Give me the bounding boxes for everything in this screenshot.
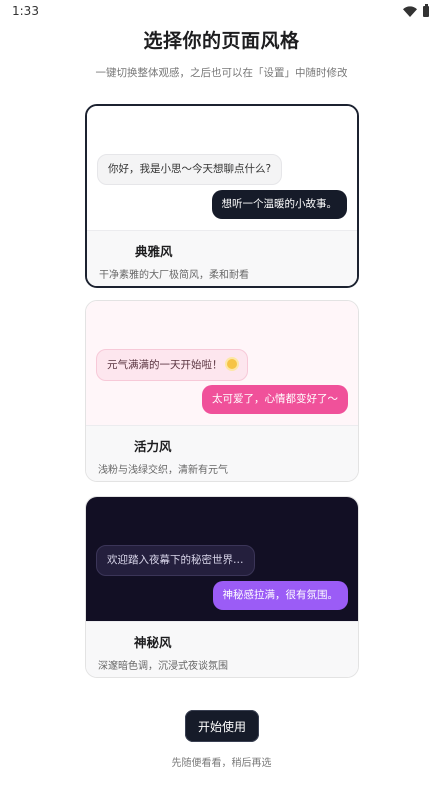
style-info: 典雅风 干净素雅的大厂极简风，柔和耐看 <box>87 230 357 286</box>
style-picker-screen: 1:33 选择你的页面风格 一键切换整体观感，之后也可以在「设置」中随时修改 你… <box>0 0 443 789</box>
user-bubble: 想听一个温暖的小故事。 <box>211 190 347 219</box>
header: 选择你的页面风格 一键切换整体观感，之后也可以在「设置」中随时修改 <box>0 26 443 80</box>
style-name: 典雅风 <box>135 244 173 259</box>
style-info: 神秘风 深邃暗色调，沉浸式夜谈氛围 <box>86 621 358 677</box>
style-preview: 欢迎踏入夜幕下的秘密世界… 神秘感拉满，很有氛围。 <box>86 497 358 621</box>
style-card-elegant[interactable]: 你好，我是小思～今天想聊点什么? 想听一个温暖的小故事。 典雅风 干净素雅的大厂… <box>85 104 359 288</box>
status-icons <box>403 3 429 17</box>
style-description: 深邃暗色调，沉浸式夜谈氛围 <box>98 661 228 672</box>
page-subtitle: 一键切换整体观感，之后也可以在「设置」中随时修改 <box>95 67 348 79</box>
style-info: 活力风 浅粉与浅绿交织，清新有元气 <box>86 425 358 481</box>
user-bubble: 神秘感拉满，很有氛围。 <box>212 581 348 610</box>
sun-emoji-icon <box>226 359 237 369</box>
style-preview: 你好，我是小思～今天想聊点什么? 想听一个温暖的小故事。 <box>87 106 357 230</box>
status-bar: 1:33 <box>0 0 443 22</box>
start-button[interactable]: 开始使用 <box>185 710 259 742</box>
style-name: 神秘风 <box>134 635 172 650</box>
style-card-mysterious[interactable]: 欢迎踏入夜幕下的秘密世界… 神秘感拉满，很有氛围。 神秘风 深邃暗色调，沉浸式夜… <box>85 496 359 678</box>
page-title: 选择你的页面风格 <box>143 30 300 52</box>
battery-icon <box>423 3 429 17</box>
assistant-bubble-text: 元气满满的一天开始啦！ <box>107 359 223 371</box>
assistant-bubble: 元气满满的一天开始啦！ <box>96 349 248 381</box>
style-name: 活力风 <box>134 439 172 454</box>
user-bubble: 太可爱了，心情都变好了～ <box>202 385 348 414</box>
wifi-icon <box>403 5 417 17</box>
assistant-bubble: 你好，我是小思～今天想聊点什么? <box>97 154 283 185</box>
style-description: 干净素雅的大厂极简风，柔和耐看 <box>99 270 249 281</box>
assistant-bubble: 欢迎踏入夜幕下的秘密世界… <box>96 545 255 576</box>
choose-later-link[interactable]: 先随便看看，稍后再选 <box>0 754 443 769</box>
style-preview: 元气满满的一天开始啦！ 太可爱了，心情都变好了～ <box>86 301 358 425</box>
status-time: 1:33 <box>12 4 39 18</box>
style-card-vibrant[interactable]: 元气满满的一天开始啦！ 太可爱了，心情都变好了～ 活力风 浅粉与浅绿交织，清新有… <box>85 300 359 482</box>
style-description: 浅粉与浅绿交织，清新有元气 <box>98 465 228 476</box>
